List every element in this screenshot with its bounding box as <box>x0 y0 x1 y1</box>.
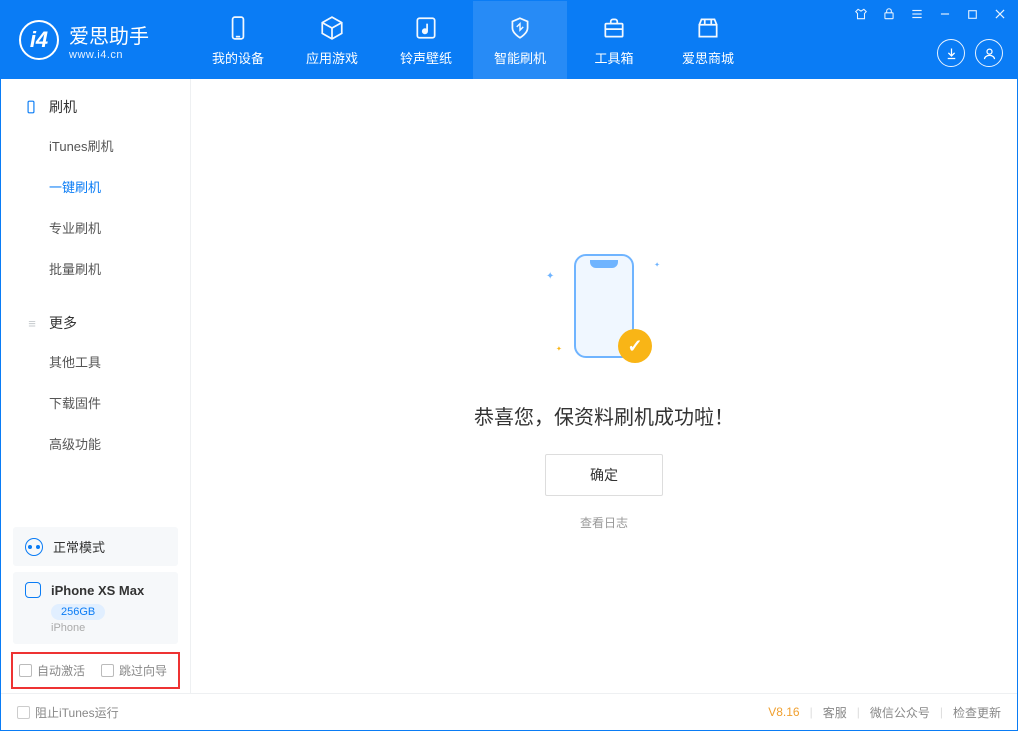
footer-link-support[interactable]: 客服 <box>823 704 847 721</box>
device-icon <box>224 14 252 42</box>
cube-icon <box>318 14 346 42</box>
check-badge-icon: ✓ <box>618 329 652 363</box>
logo-icon: i4 <box>19 20 59 60</box>
sidebar-item-pro-flash[interactable]: 专业刷机 <box>1 207 190 248</box>
sparkle-icon: ✦ <box>556 345 562 353</box>
view-log-link[interactable]: 查看日志 <box>580 514 628 531</box>
menu-icon[interactable] <box>910 7 924 21</box>
tab-apps-games[interactable]: 应用游戏 <box>285 1 379 79</box>
more-icon: ≡ <box>23 315 39 331</box>
section-more: ≡ 更多 <box>1 313 190 341</box>
sidebar-item-other-tools[interactable]: 其他工具 <box>1 341 190 382</box>
ok-button[interactable]: 确定 <box>545 454 663 496</box>
footer: 阻止iTunes运行 V8.16 | 客服 | 微信公众号 | 检查更新 <box>1 693 1017 730</box>
store-icon <box>694 14 722 42</box>
section-flash: 刷机 <box>1 97 190 125</box>
minimize-icon[interactable] <box>938 7 952 21</box>
sidebar-item-advanced[interactable]: 高级功能 <box>1 423 190 464</box>
device-type: iPhone <box>51 622 166 634</box>
tab-store[interactable]: 爱思商城 <box>661 1 755 79</box>
footer-link-update[interactable]: 检查更新 <box>953 704 1001 721</box>
body: 刷机 iTunes刷机 一键刷机 专业刷机 批量刷机 ≡ 更多 其他工具 下载固… <box>1 79 1017 693</box>
toolbox-icon <box>600 14 628 42</box>
tab-ringtone-wallpaper[interactable]: 铃声壁纸 <box>379 1 473 79</box>
highlighted-checkboxes: 自动激活 跳过向导 <box>11 652 180 689</box>
nav-tabs: 我的设备 应用游戏 铃声壁纸 智能刷机 工具箱 爱思商城 <box>191 1 755 79</box>
logo[interactable]: i4 爱思助手 www.i4.cn <box>1 1 191 79</box>
tab-toolbox[interactable]: 工具箱 <box>567 1 661 79</box>
app-title: 爱思助手 <box>69 20 149 49</box>
device-small-icon <box>25 582 41 598</box>
tab-label: 应用游戏 <box>306 48 358 67</box>
maximize-icon[interactable] <box>966 8 979 21</box>
sidebar-item-itunes-flash[interactable]: iTunes刷机 <box>1 125 190 166</box>
close-icon[interactable] <box>993 7 1007 21</box>
tab-label: 智能刷机 <box>494 48 546 67</box>
tab-label: 铃声壁纸 <box>400 48 452 67</box>
shirt-icon[interactable] <box>854 7 868 21</box>
lock-icon[interactable] <box>882 7 896 21</box>
sparkle-icon: ✦ <box>546 271 554 282</box>
download-button[interactable] <box>937 39 965 67</box>
checkbox-auto-activate[interactable]: 自动激活 <box>19 662 85 679</box>
success-message: 恭喜您，保资料刷机成功啦！ <box>474 401 734 430</box>
main-content: ✦ ✦ ✦ ✓ 恭喜您，保资料刷机成功啦！ 确定 查看日志 <box>191 79 1017 693</box>
sidebar-item-batch-flash[interactable]: 批量刷机 <box>1 248 190 289</box>
mode-card[interactable]: 正常模式 <box>13 527 178 566</box>
checkbox-skip-guide[interactable]: 跳过向导 <box>101 662 167 679</box>
window-controls <box>854 7 1007 21</box>
sparkle-icon: ✦ <box>654 261 660 269</box>
success-illustration: ✦ ✦ ✦ ✓ <box>534 241 674 371</box>
music-icon <box>412 14 440 42</box>
shield-icon <box>506 14 534 42</box>
app-subtitle: www.i4.cn <box>69 49 149 61</box>
version-label: V8.16 <box>768 705 799 719</box>
sidebar-item-download-firmware[interactable]: 下载固件 <box>1 382 190 423</box>
device-name: iPhone XS Max <box>51 583 144 598</box>
tab-smart-flash[interactable]: 智能刷机 <box>473 1 567 79</box>
tab-my-device[interactable]: 我的设备 <box>191 1 285 79</box>
tab-label: 工具箱 <box>594 48 633 67</box>
sidebar: 刷机 iTunes刷机 一键刷机 专业刷机 批量刷机 ≡ 更多 其他工具 下载固… <box>1 79 191 693</box>
device-capacity: 256GB <box>51 604 105 620</box>
mode-icon <box>25 538 43 556</box>
sidebar-item-oneclick-flash[interactable]: 一键刷机 <box>1 166 190 207</box>
footer-link-wechat[interactable]: 微信公众号 <box>870 704 930 721</box>
header-badges <box>937 39 1003 67</box>
device-card[interactable]: iPhone XS Max 256GB iPhone <box>13 572 178 644</box>
tab-label: 我的设备 <box>212 48 264 67</box>
user-button[interactable] <box>975 39 1003 67</box>
phone-icon <box>23 99 39 115</box>
mode-label: 正常模式 <box>53 537 105 556</box>
header: i4 爱思助手 www.i4.cn 我的设备 应用游戏 铃声壁纸 智能刷机 工具… <box>1 1 1017 79</box>
checkbox-block-itunes[interactable]: 阻止iTunes运行 <box>17 704 119 721</box>
tab-label: 爱思商城 <box>682 48 734 67</box>
